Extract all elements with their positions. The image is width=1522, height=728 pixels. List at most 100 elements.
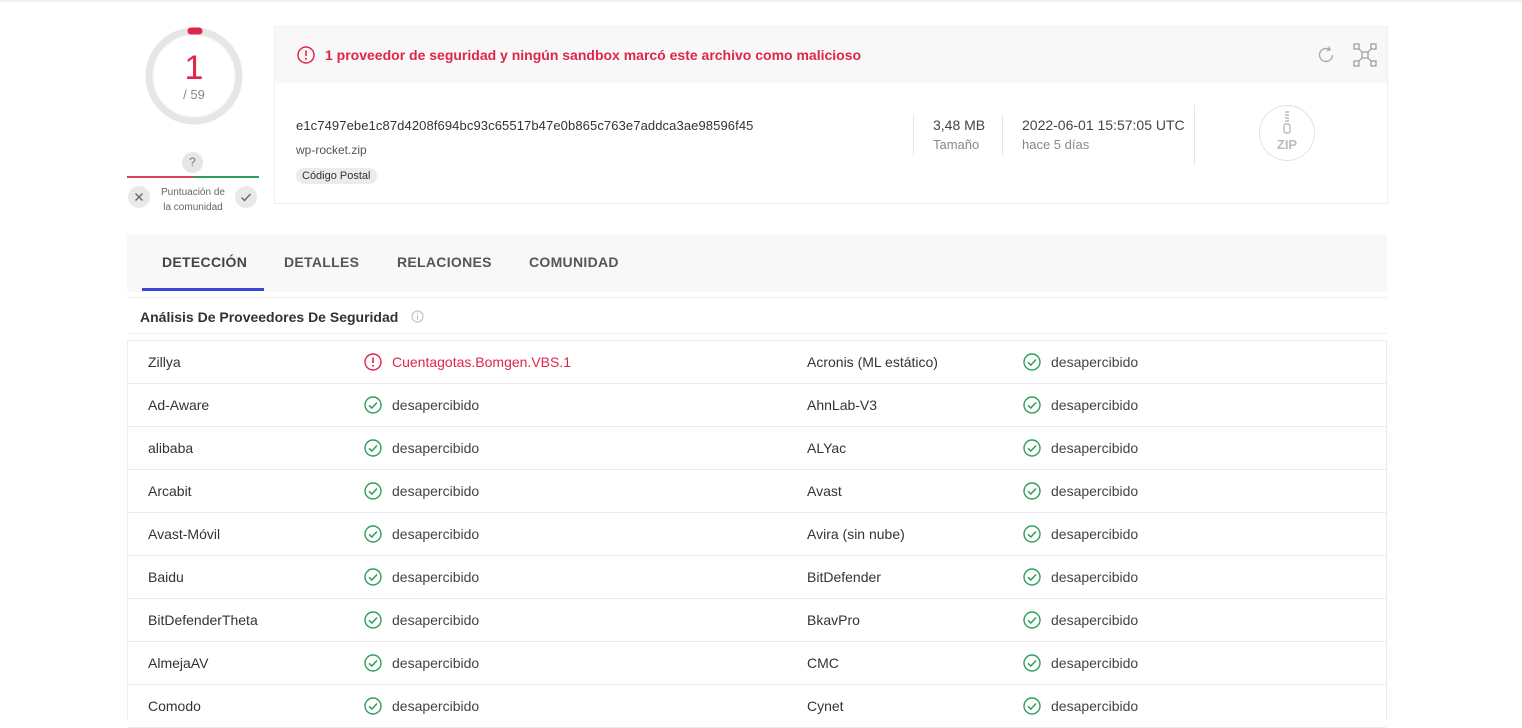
detection-score-gauge: 1 / 59: [143, 25, 245, 127]
check-circle-icon: [1023, 525, 1041, 543]
community-score: ? Puntuación de la comunidad: [127, 150, 259, 220]
table-row: alibaba desapercibido ALYac desapercibido: [128, 427, 1386, 470]
engine-name: Cynet: [807, 698, 844, 714]
engine-result: desapercibido: [1051, 397, 1139, 413]
engine-result: desapercibido: [1051, 569, 1139, 585]
engine-name: Avira (sin nube): [807, 526, 905, 542]
engine-result: desapercibido: [392, 655, 480, 671]
zipper-icon: [1283, 111, 1291, 134]
file-summary-card: 1 proveedor de seguridad y ningún sandbo…: [274, 26, 1388, 204]
file-hash[interactable]: e1c7497ebe1c87d4208f694bc93c65517b47e0b8…: [296, 118, 754, 133]
file-name: wp-rocket.zip: [296, 143, 367, 157]
engine-result: desapercibido: [392, 483, 480, 499]
engine-result: desapercibido: [1051, 440, 1139, 456]
vendor-results-table: Zillya Cuentagotas.Bomgen.VBS.1 Acronis (M…: [127, 340, 1387, 728]
zip-label: ZIP: [1276, 137, 1298, 152]
check-circle-icon: [364, 611, 382, 629]
engine-name: BkavPro: [807, 612, 860, 628]
table-row: BitDefenderTheta desapercibido BkavPro desa…: [128, 599, 1386, 642]
check-circle-icon: [1023, 439, 1041, 457]
check-circle-icon: [364, 525, 382, 543]
table-row: AlmejaAV desapercibido CMC desapercibido: [128, 642, 1386, 685]
engine-result: desapercibido: [1051, 526, 1139, 542]
community-question-icon: ?: [182, 152, 203, 173]
tab-bar: DETECCIÓN DETALLES RELACIONES COMUNIDAD: [127, 234, 1387, 292]
file-tag[interactable]: Código Postal: [296, 168, 377, 184]
close-icon: [135, 193, 143, 201]
check-circle-icon: [364, 697, 382, 715]
graph-icon[interactable]: [1353, 43, 1377, 67]
engine-name: CMC: [807, 655, 839, 671]
engine-result: desapercibido: [392, 698, 480, 714]
engine-name: AhnLab-V3: [807, 397, 878, 413]
check-circle-icon: [1023, 654, 1041, 672]
detection-alert-bar: 1 proveedor de seguridad y ningún sandbo…: [275, 27, 1387, 83]
engine-result: desapercibido: [1051, 698, 1139, 714]
vote-harmful-button[interactable]: [128, 186, 150, 208]
vendor-analysis-header: Análisis De Proveedores De Seguridad: [127, 297, 1387, 334]
check-circle-icon: [1023, 396, 1041, 414]
tab-details[interactable]: DETALLES: [284, 254, 359, 270]
divider: [1194, 105, 1195, 165]
engine-result: desapercibido: [392, 397, 480, 413]
alert-circle-icon: [297, 46, 315, 64]
engine-name: Comodo: [148, 698, 201, 714]
tab-community[interactable]: COMUNIDAD: [529, 254, 619, 270]
engine-name: Avast-Móvil: [148, 526, 221, 542]
detection-count: 1: [184, 49, 204, 87]
divider: [1002, 115, 1003, 155]
engine-name: ALYac: [807, 440, 847, 456]
table-row: Baidu desapercibido BitDefender desapercibi…: [128, 556, 1386, 599]
detection-alert-text: 1 proveedor de seguridad y ningún sandbo…: [325, 47, 862, 63]
file-size-value: 3,48 MB: [933, 117, 986, 133]
engine-name: Arcabit: [148, 483, 192, 499]
check-circle-icon: [364, 654, 382, 672]
divider: [913, 115, 914, 155]
table-row: Ad-Aware desapercibido AhnLab-V3 desapercib…: [128, 384, 1386, 427]
reanalyze-icon[interactable]: [1315, 44, 1337, 66]
file-size-label: Tamaño: [933, 137, 980, 152]
engine-name: Avast: [807, 483, 842, 499]
table-row: Comodo desapercibido Cynet desapercibido: [128, 685, 1386, 728]
engine-result: desapercibido: [392, 569, 480, 585]
check-circle-icon: [364, 439, 382, 457]
vote-harmless-button[interactable]: [235, 186, 257, 208]
table-row: Arcabit desapercibido Avast desapercibido: [128, 470, 1386, 513]
engine-result: desapercibido: [1051, 612, 1139, 628]
engine-result: desapercibido: [392, 612, 480, 628]
engine-name: alibaba: [148, 440, 194, 456]
check-circle-icon: [364, 482, 382, 500]
check-circle-icon: [1023, 611, 1041, 629]
engine-result: desapercibido: [1051, 483, 1139, 499]
check-circle-icon: [1023, 482, 1041, 500]
engine-name: Acronis (ML estático): [807, 354, 938, 370]
table-row: Zillya Cuentagotas.Bomgen.VBS.1 Acronis (M…: [128, 341, 1386, 384]
top-divider: [0, 0, 1522, 2]
section-title: Análisis De Proveedores De Seguridad: [140, 309, 399, 325]
scan-date-relative: hace 5 días: [1022, 137, 1090, 152]
engine-name: AlmejaAV: [148, 655, 209, 671]
tab-detection[interactable]: DETECCIÓN: [162, 254, 247, 270]
community-score-bar: [127, 176, 259, 178]
check-icon: [241, 193, 252, 202]
table-row: Avast-Móvil desapercibido Avira (sin nube)…: [128, 513, 1386, 556]
engine-result: Cuentagotas.Bomgen.VBS.1: [392, 354, 572, 370]
zip-file-type-icon: ZIP: [1259, 105, 1315, 161]
engine-total: / 59: [183, 87, 205, 102]
engine-result: desapercibido: [392, 440, 480, 456]
check-circle-icon: [364, 396, 382, 414]
check-circle-icon: [1023, 353, 1041, 371]
engine-name: BitDefender: [807, 569, 881, 585]
engine-name: Zillya: [148, 354, 181, 370]
check-circle-icon: [1023, 697, 1041, 715]
active-tab-indicator: [142, 288, 264, 291]
scan-date-value: 2022-06-01 15:57:05 UTC: [1022, 117, 1185, 133]
engine-name: Baidu: [148, 569, 184, 585]
info-icon[interactable]: [411, 310, 424, 323]
tab-relations[interactable]: RELACIONES: [397, 254, 492, 270]
community-score-label: Puntuación de la comunidad: [161, 187, 225, 213]
engine-result: desapercibido: [1051, 655, 1139, 671]
alert-circle-icon: [364, 353, 382, 371]
check-circle-icon: [364, 568, 382, 586]
engine-result: desapercibido: [1051, 354, 1139, 370]
